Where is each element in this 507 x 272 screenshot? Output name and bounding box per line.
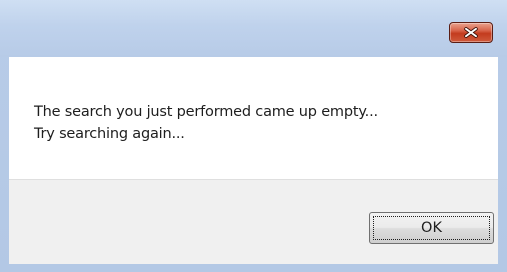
- message-area: The search you just performed came up em…: [9, 57, 498, 179]
- message-dialog: The search you just performed came up em…: [0, 0, 507, 272]
- dialog-body: The search you just performed came up em…: [9, 57, 498, 264]
- ok-button[interactable]: OK: [369, 212, 494, 244]
- ok-button-label: OK: [421, 220, 442, 236]
- title-bar[interactable]: [0, 0, 507, 57]
- message-text-line-1: The search you just performed came up em…: [34, 104, 378, 120]
- close-icon: [464, 27, 478, 38]
- message-text-line-2: Try searching again...: [34, 126, 185, 142]
- button-bar: OK: [9, 179, 498, 264]
- close-button[interactable]: [449, 22, 493, 43]
